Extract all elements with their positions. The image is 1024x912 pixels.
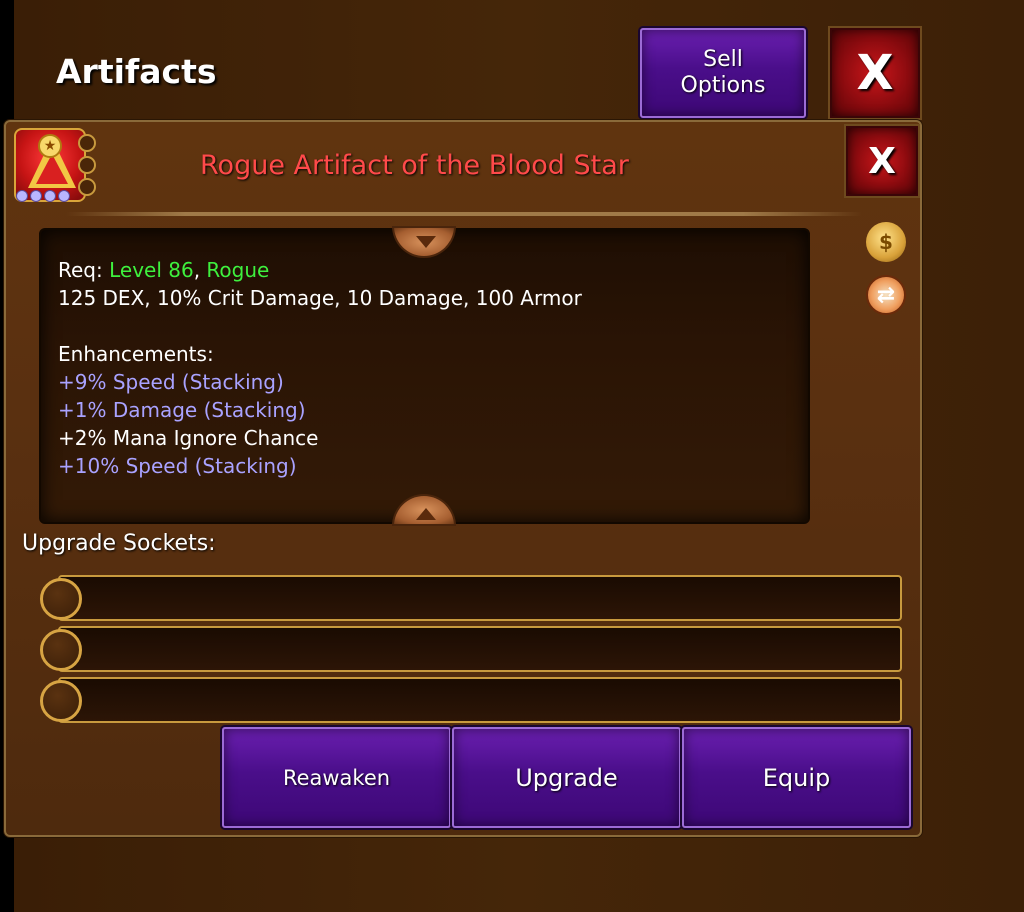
reawaken-button[interactable]: Reawaken (222, 727, 451, 828)
equip-label: Equip (762, 763, 831, 792)
item-description: Req: Level 86, Rogue 125 DEX, 10% Crit D… (58, 256, 582, 480)
close-icon: X (868, 140, 896, 182)
close-icon: X (856, 45, 894, 101)
gold-bag-icon[interactable]: $ (866, 222, 906, 262)
gem-slot (78, 156, 96, 174)
empty-socket-icon (40, 629, 82, 671)
rank-pip (30, 190, 42, 202)
gem-slot (78, 178, 96, 196)
star-emblem-icon: ★ (38, 134, 62, 158)
empty-socket-icon (40, 578, 82, 620)
upgrade-sockets-label: Upgrade Sockets: (22, 531, 216, 556)
empty-socket-icon (40, 680, 82, 722)
sell-options-label-line2: Options (680, 73, 766, 98)
rank-pip (58, 190, 70, 202)
rank-pip (16, 190, 28, 202)
enhancements-header: Enhancements: (58, 342, 214, 366)
upgrade-socket-row[interactable] (58, 575, 902, 621)
item-description-box[interactable]: Req: Level 86, Rogue 125 DEX, 10% Crit D… (39, 228, 810, 524)
swap-icon[interactable]: ⇄ (866, 275, 906, 315)
close-artifacts-button[interactable]: X (830, 28, 920, 118)
chevron-down-icon (416, 236, 436, 248)
gem-slot (78, 134, 96, 152)
item-title: Rogue Artifact of the Blood Star (200, 150, 629, 181)
upgrade-socket-row[interactable] (58, 626, 902, 672)
reawaken-label: Reawaken (282, 765, 391, 790)
equip-button[interactable]: Equip (682, 727, 911, 828)
upgrade-socket-row[interactable] (58, 677, 902, 723)
stats-line: 125 DEX, 10% Crit Damage, 10 Damage, 100… (58, 286, 582, 310)
chevron-up-icon (416, 508, 436, 520)
divider (66, 212, 862, 216)
required-class: Rogue (206, 258, 270, 282)
requirement-line: Req: Level 86, Rogue (58, 258, 270, 282)
required-level: Level 86 (109, 258, 194, 282)
enhancement-line: +2% Mana Ignore Chance (58, 426, 319, 450)
sell-options-label-line1: Sell (703, 46, 743, 72)
enhancement-line: +10% Speed (Stacking) (58, 454, 297, 478)
upgrade-button[interactable]: Upgrade (452, 727, 681, 828)
rank-pip (44, 190, 56, 202)
close-item-button[interactable]: X (846, 126, 918, 196)
enhancement-line: +9% Speed (Stacking) (58, 370, 284, 394)
page-title: Artifacts (56, 52, 217, 91)
sell-options-button[interactable]: Sell Options (640, 28, 806, 118)
upgrade-label: Upgrade (515, 763, 618, 792)
enhancement-line: +1% Damage (Stacking) (58, 398, 306, 422)
